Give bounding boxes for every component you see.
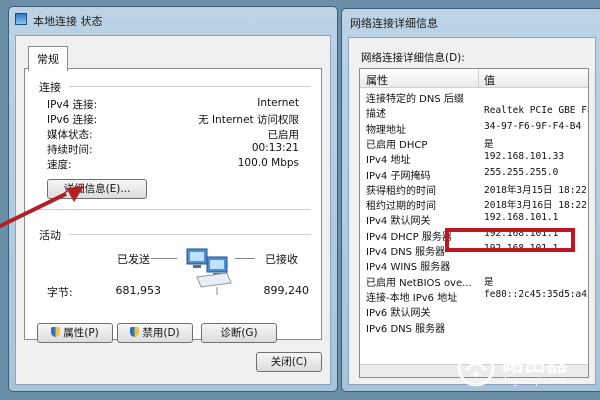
network-details-window: 网络连接详细信息 网络连接详细信息(D): 属性 值 连接特定的 DNS 后缀描… (341, 8, 600, 392)
details-row[interactable]: 连接特定的 DNS 后缀 (360, 90, 588, 105)
details-row[interactable]: 获得租约的时间 2018年3月15日 18:22:43 (360, 182, 588, 197)
duration-row: 持续时间: 00:13:21 (47, 142, 299, 156)
details-row[interactable]: 连接-本地 IPv6 地址 fe80::2c45:35d5:a431:13 (360, 288, 588, 304)
details-row-property: IPv4 DHCP 服务器 (366, 231, 452, 243)
disable-button[interactable]: 禁用(D) (117, 323, 193, 343)
status-title-bar[interactable]: 本地连接 状态 (9, 7, 337, 31)
details-row-property: 获得租约的时间 (366, 185, 436, 197)
details-row-property: 已启用 DHCP (366, 139, 428, 151)
sent-label: 已发送 (117, 253, 150, 266)
details-row[interactable]: IPv4 WINS 服务器 (360, 258, 588, 274)
details-list[interactable]: 属性 值 连接特定的 DNS 后缀描述 Realtek PCIe GBE Fami… (359, 68, 589, 378)
details-row-property: IPv6 默认网关 (366, 308, 431, 320)
bytes-received-value: 899,240 (263, 284, 310, 297)
details-row-value: Realtek PCIe GBE Family (484, 105, 588, 117)
details-row[interactable]: IPv4 地址 192.168.101.33 (360, 151, 588, 167)
ipv4-label: IPv4 连接: (47, 99, 98, 111)
details-list-header: 属性 值 (360, 69, 588, 88)
details-row[interactable]: IPv4 子网掩码 255.255.255.0 (360, 166, 588, 182)
details-row[interactable]: IPv6 DNS 服务器 (360, 320, 588, 335)
column-header-value[interactable]: 值 (484, 72, 495, 88)
network-icon (15, 13, 27, 25)
details-row-property: 连接特定的 DNS 后缀 (366, 94, 464, 105)
details-row-property: IPv4 WINS 服务器 (366, 262, 451, 274)
details-row-property: IPv4 地址 (366, 155, 411, 167)
media-state-value: 已启用 (267, 129, 300, 141)
details-row-value: 2018年3月15日 18:22:43 (484, 184, 588, 196)
shield-icon (51, 327, 61, 337)
connection-divider (69, 86, 311, 87)
details-row[interactable]: IPv4 默认网关 192.168.101.1 (360, 212, 588, 228)
column-header-property[interactable]: 属性 (366, 72, 388, 88)
status-window-title: 本地连接 状态 (33, 15, 103, 28)
router-logo-icon (457, 349, 495, 387)
details-row-value: 是 (484, 138, 494, 150)
details-row-value: 255.255.255.0 (484, 166, 559, 178)
properties-button[interactable]: 属性(P) (37, 323, 113, 343)
details-row-property: 租约过期的时间 (366, 201, 436, 213)
network-activity-icon (186, 248, 232, 295)
details-row[interactable]: 已启用 DHCP 是 (360, 136, 588, 151)
details-row-value: fe80::2c45:35d5:a431:13 (484, 288, 588, 300)
details-row[interactable]: 租约过期的时间 2018年3月16日 18:22:43 (360, 197, 588, 213)
speed-value: 100.0 Mbps (237, 157, 299, 169)
activity-heading: 活动 (39, 229, 61, 242)
duration-value: 00:13:21 (251, 142, 299, 154)
bytes-sent-value: 681,953 (115, 284, 162, 297)
column-separator[interactable] (478, 69, 479, 87)
details-row-value: 是 (484, 276, 494, 288)
bytes-label: 字节: (47, 286, 73, 299)
sent-line (151, 258, 177, 259)
diagnose-button[interactable]: 诊断(G) (201, 323, 277, 343)
speed-row: 速度: 100.0 Mbps (47, 157, 299, 171)
ipv6-value: 无 Internet 访问权限 (198, 114, 299, 126)
status-client-area: 常规 连接 IPv4 连接: Internet IPv6 连接: 无 Inter… (15, 35, 331, 385)
duration-label: 持续时间: (47, 144, 93, 156)
gateway-highlight-box (445, 228, 575, 252)
details-row[interactable]: IPv6 默认网关 (360, 304, 588, 320)
details-row-value: 192.168.101.33 (484, 151, 565, 163)
disable-label: 禁用(D) (142, 327, 180, 339)
details-row-property: IPv4 DNS 服务器 (366, 247, 446, 258)
details-row-property: 连接-本地 IPv6 地址 (366, 292, 458, 304)
close-button[interactable]: 关闭(C) (256, 352, 322, 372)
details-list-label: 网络连接详细信息(D): (361, 52, 465, 64)
received-line (235, 258, 255, 259)
section-divider (35, 209, 311, 210)
details-row-property: IPv4 默认网关 (366, 216, 431, 228)
details-row-value: 192.168.101.1 (484, 212, 559, 224)
received-label: 已接收 (265, 253, 298, 266)
watermark-domain: luyouqi.com (504, 376, 566, 387)
details-row-property: 物理地址 (366, 124, 406, 136)
ipv6-label: IPv6 连接: (47, 114, 98, 126)
tab-general[interactable]: 常规 (28, 46, 68, 71)
shield-icon (130, 327, 140, 337)
connection-heading: 连接 (39, 81, 61, 94)
media-state-row: 媒体状态: 已启用 (47, 127, 299, 141)
ipv6-connection-row: IPv6 连接: 无 Internet 访问权限 (47, 112, 299, 126)
activity-divider (69, 234, 311, 235)
details-row-value: 2018年3月16日 18:22:43 (484, 200, 588, 212)
watermark-name: 路由器 (502, 352, 569, 377)
details-row-property: 已启用 NetBIOS ove... (366, 277, 472, 289)
annotation-arrowhead-icon (66, 186, 84, 202)
details-row-value: 34-97-F6-9F-F4-B4 (484, 120, 582, 132)
details-row-property: IPv6 DNS 服务器 (366, 323, 446, 335)
details-title-bar[interactable]: 网络连接详细信息 (342, 9, 600, 33)
details-window-title: 网络连接详细信息 (350, 17, 438, 30)
media-state-label: 媒体状态: (47, 129, 93, 141)
general-tab-panel: 连接 IPv4 连接: Internet IPv6 连接: 无 Internet… (24, 68, 322, 343)
watermark: 路由器 luyouqi.com (456, 344, 592, 392)
speed-label: 速度: (47, 159, 72, 171)
details-row[interactable]: 物理地址 34-97-F6-9F-F4-B4 (360, 120, 588, 136)
details-row[interactable]: 已启用 NetBIOS ove... 是 (360, 274, 588, 289)
details-row-property: 描述 (366, 109, 386, 121)
ipv4-value: Internet (257, 97, 299, 109)
ipv4-connection-row: IPv4 连接: Internet (47, 97, 299, 111)
details-client-area: 网络连接详细信息(D): 属性 值 连接特定的 DNS 后缀 描述 Realtek … (348, 37, 596, 385)
properties-label: 属性(P) (63, 327, 99, 339)
details-row[interactable]: 描述 Realtek PCIe GBE Family (360, 105, 588, 121)
details-row-property: IPv4 子网掩码 (366, 170, 431, 182)
